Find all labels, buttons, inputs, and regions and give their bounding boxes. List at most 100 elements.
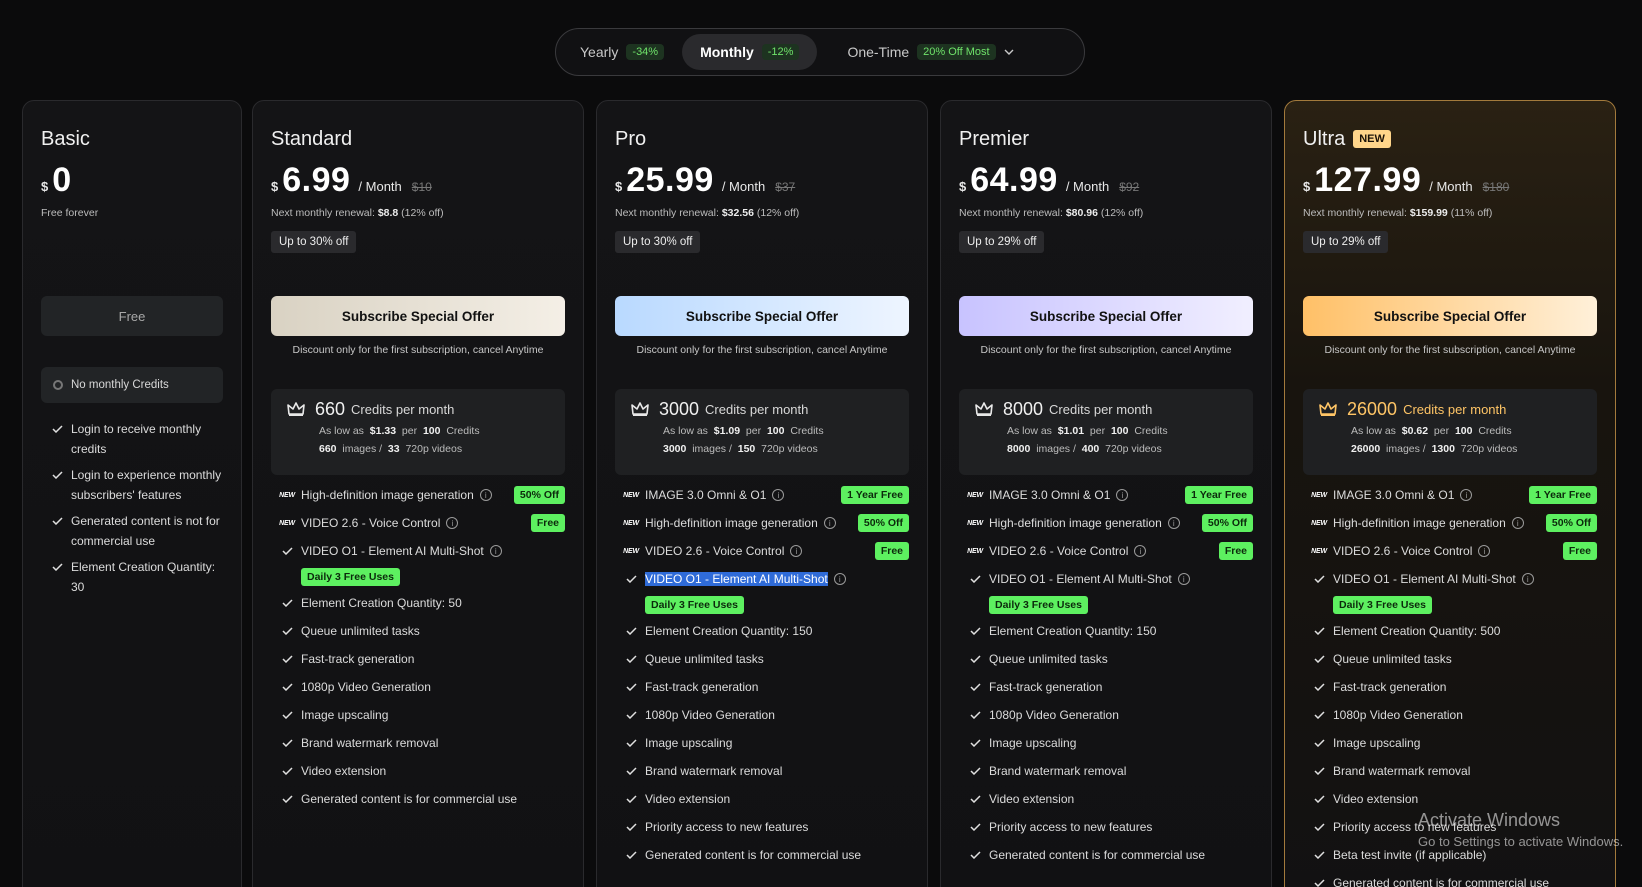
video-count: 1300	[1431, 443, 1455, 455]
info-icon[interactable]: i	[1116, 489, 1129, 501]
renewal-price: $8.8	[377, 207, 399, 219]
check-icon	[281, 627, 293, 635]
info-icon[interactable]: i	[772, 489, 785, 501]
credits-box: 3000 Credits per month As low as $1.09 per…	[615, 389, 909, 475]
info-icon[interactable]: i	[446, 517, 459, 529]
price-amount: 64.99	[970, 161, 1058, 199]
credits-amount: 3000	[659, 398, 700, 419]
subscribe-button[interactable]: Subscribe Special Offer	[615, 296, 909, 336]
feature-item: Brand watermark removal	[965, 757, 1253, 785]
credits-box: 8000 Credits per month As low as $1.01 per…	[959, 389, 1253, 475]
chevron-down-icon[interactable]	[1004, 46, 1014, 58]
info-icon[interactable]: i	[790, 545, 803, 557]
info-icon[interactable]: i	[1177, 573, 1190, 585]
check-icon	[969, 627, 981, 635]
check-icon	[625, 851, 637, 859]
original-price: $37	[775, 180, 796, 194]
feature-item: Video extension	[621, 785, 909, 813]
feature-item: 1080p Video Generation	[1309, 701, 1597, 729]
info-icon[interactable]: i	[833, 573, 846, 585]
billing-option-one-time[interactable]: One-Time 20% Off Most	[817, 34, 1031, 70]
info-icon[interactable]: i	[1521, 573, 1534, 585]
credits-rate: As low as $1.09 per 100 Credits	[663, 425, 893, 437]
image-count: 3000	[663, 443, 687, 455]
discount-badge: -12%	[761, 44, 800, 60]
billing-option-yearly[interactable]: Yearly -34%	[562, 34, 682, 70]
check-icon	[1313, 655, 1325, 663]
feature-text: Image upscaling	[989, 736, 1077, 750]
feature-text: Element Creation Quantity: 150	[989, 624, 1157, 638]
discount-badge: 20% Off Most	[917, 44, 996, 60]
check-icon	[1313, 711, 1325, 719]
credits-output: 3000 images / 150 720p videos	[663, 443, 893, 455]
renewal-prefix: Next monthly renewal:	[271, 207, 375, 219]
feature-text: Beta test invite (if applicable)	[1333, 848, 1487, 862]
crown-icon	[975, 402, 993, 416]
check-icon	[625, 655, 637, 663]
credits-box: No monthly Credits	[41, 367, 223, 403]
feature-item: 1080p Video Generation	[277, 673, 565, 701]
rate-price: $1.09	[713, 425, 741, 437]
check-icon	[51, 471, 63, 479]
feature-badge: 50% Off	[1545, 514, 1597, 532]
plan-name: Premier	[959, 127, 1253, 151]
feature-item: Image upscaling	[965, 729, 1253, 757]
check-icon	[625, 627, 637, 635]
credits-output: 660 images / 33 720p videos	[319, 443, 549, 455]
rate-per: per	[1089, 425, 1106, 437]
feature-text: Fast-track generation	[645, 680, 759, 694]
feature-text: Priority access to new features	[645, 820, 809, 834]
feature-text: Fast-track generation	[989, 680, 1103, 694]
feature-badge: 50% Off	[857, 514, 909, 532]
feature-text: Brand watermark removal	[301, 736, 439, 750]
info-icon[interactable]: i	[1460, 489, 1473, 501]
new-mini-tag: NEW	[967, 491, 983, 499]
feature-item: Queue unlimited tasks	[277, 617, 565, 645]
feature-text: IMAGE 3.0 Omni & O1	[989, 488, 1111, 502]
info-icon[interactable]: i	[1167, 517, 1180, 529]
discount-note: Discount only for the first subscription…	[980, 344, 1232, 356]
check-icon	[969, 739, 981, 747]
currency-symbol: $	[959, 179, 967, 194]
subscribe-button[interactable]: Subscribe Special Offer	[1303, 296, 1597, 336]
plan-name: Pro	[615, 127, 909, 151]
info-icon[interactable]: i	[1478, 545, 1491, 557]
feature-text: Fast-track generation	[301, 652, 415, 666]
info-icon[interactable]: i	[823, 517, 836, 529]
info-icon[interactable]: i	[479, 489, 492, 501]
info-icon[interactable]: i	[1134, 545, 1147, 557]
subscribe-button[interactable]: Subscribe Special Offer	[959, 296, 1253, 336]
info-icon[interactable]: i	[1511, 517, 1524, 529]
rate-prefix: As low as	[1007, 425, 1052, 437]
feature-text: High-definition image generation	[1333, 516, 1506, 530]
feature-item: Fast-track generation	[1309, 673, 1597, 701]
feature-text: Fast-track generation	[1333, 680, 1447, 694]
rate-count: 100	[1110, 425, 1129, 437]
feature-list: Login to receive monthly credits Login t…	[47, 419, 223, 603]
circle-icon	[53, 380, 63, 390]
check-icon	[625, 823, 637, 831]
credits-rate: As low as $0.62 per 100 Credits	[1351, 425, 1581, 437]
feature-item: Login to experience monthly subscribers'…	[47, 465, 223, 505]
info-icon[interactable]: i	[489, 545, 502, 557]
billing-option-monthly[interactable]: Monthly -12%	[682, 34, 818, 70]
new-mini-tag: NEW	[623, 547, 639, 555]
check-icon	[1313, 879, 1325, 887]
price-period: / Month	[1429, 179, 1473, 194]
renewal-price: $159.99	[1409, 207, 1448, 219]
rate-prefix: As low as	[663, 425, 708, 437]
pricing-page: Yearly -34% Monthly -12% One-Time 20% Of…	[0, 0, 1642, 887]
feature-text: Element Creation Quantity: 50	[301, 596, 462, 610]
subscribe-button[interactable]: Subscribe Special Offer	[271, 296, 565, 336]
check-icon	[969, 655, 981, 663]
billing-option-label: Monthly	[700, 44, 754, 60]
discount-note: Discount only for the first subscription…	[636, 344, 888, 356]
check-icon	[969, 711, 981, 719]
free-button[interactable]: Free	[41, 296, 223, 336]
discount-tag: Up to 30% off	[271, 231, 357, 253]
rate-count: 100	[422, 425, 441, 437]
check-icon	[625, 711, 637, 719]
plan-name: Ultra NEW	[1303, 127, 1597, 151]
credits-rate: As low as $1.33 per 100 Credits	[319, 425, 549, 437]
daily-free-badge: Daily 3 Free Uses	[301, 568, 400, 586]
